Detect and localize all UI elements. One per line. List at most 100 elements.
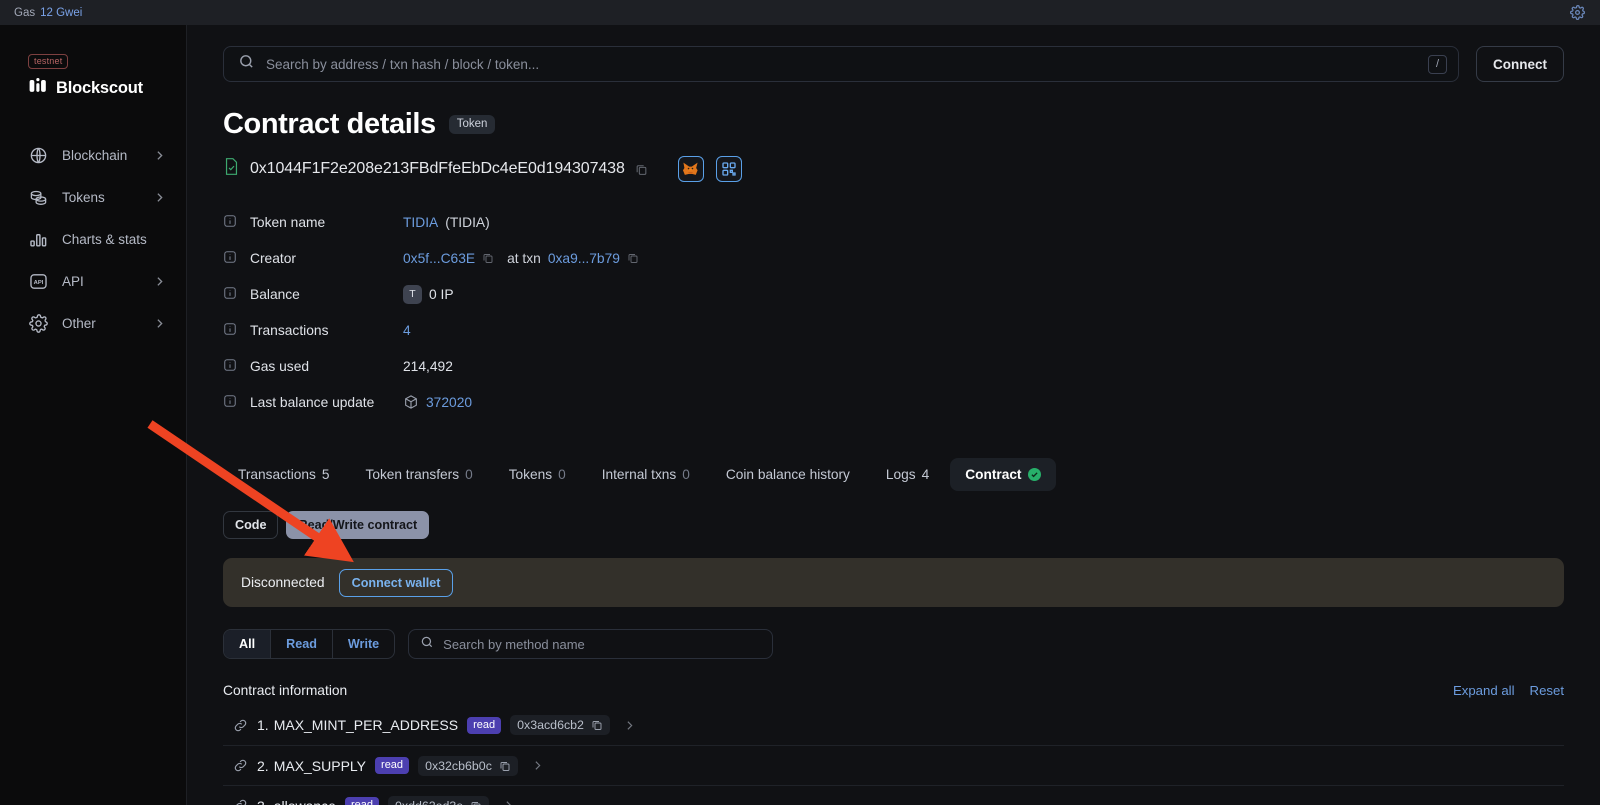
copy-icon[interactable] — [470, 800, 482, 805]
tab-tokens[interactable]: Tokens 0 — [494, 458, 581, 491]
brand-link[interactable]: Blockscout — [28, 76, 186, 100]
sidebar-item-label: Charts & stats — [62, 231, 147, 247]
detail-value: 372020 — [403, 394, 472, 410]
search-input[interactable] — [266, 56, 1417, 72]
reset-link[interactable]: Reset — [1530, 683, 1564, 698]
method-search[interactable] — [408, 629, 774, 659]
tab-count: 0 — [682, 467, 690, 482]
sidebar-item-label: Blockchain — [62, 147, 128, 163]
sidebar-item-label: API — [62, 273, 84, 289]
gas-used-value: 214,492 — [403, 358, 453, 374]
copy-icon[interactable] — [635, 163, 648, 176]
connect-wallet-button[interactable]: Connect wallet — [338, 568, 454, 597]
tab-transactions[interactable]: Transactions 5 — [223, 458, 344, 491]
filter-all[interactable]: All — [224, 630, 272, 658]
info-icon[interactable] — [223, 214, 237, 231]
tab-coin-balance-history[interactable]: Coin balance history — [711, 458, 865, 491]
contract-information-actions: Expand all Reset — [1453, 683, 1564, 698]
tab-logs[interactable]: Logs 4 — [871, 458, 944, 491]
contract-address[interactable]: 0x1044F1F2e208e213FBdFfeEbDc4eE0d1943074… — [250, 160, 625, 178]
detail-row-transactions: Transactions 4 — [223, 312, 1564, 348]
method-list: 1. MAX_MINT_PER_ADDRESS read 0x3acd6cb2 — [223, 705, 1564, 805]
bar-chart-icon — [28, 229, 49, 250]
detail-row-token-name: Token name TIDIA (TIDIA) — [223, 204, 1564, 240]
tab-count: 0 — [465, 467, 473, 482]
info-icon[interactable] — [223, 286, 237, 303]
info-icon[interactable] — [223, 358, 237, 375]
link-icon[interactable] — [233, 758, 248, 773]
main-content: / Connect Contract details Token 0x1044F… — [187, 25, 1600, 805]
sidebar-item-blockchain[interactable]: Blockchain — [0, 134, 186, 176]
network-badge: testnet — [28, 54, 69, 69]
expand-all-link[interactable]: Expand all — [1453, 683, 1515, 698]
detail-label: Balance — [223, 286, 403, 303]
method-access-badge: read — [344, 797, 379, 805]
detail-value: T 0 IP — [403, 284, 454, 304]
contract-information-header: Contract information Expand all Reset — [223, 683, 1564, 698]
sidebar-item-tokens[interactable]: Tokens — [0, 176, 186, 218]
method-type-segmented-control: All Read Write — [223, 629, 396, 659]
chevron-right-icon[interactable] — [527, 759, 544, 772]
connect-button[interactable]: Connect — [1476, 46, 1564, 82]
method-row[interactable]: 3. allowance read 0xdd62ed3e — [223, 785, 1564, 805]
link-icon[interactable] — [233, 718, 248, 733]
sidebar-item-other[interactable]: Other — [0, 302, 186, 344]
globe-icon — [28, 145, 49, 166]
sidebar-item-charts-and-stats[interactable]: Charts & stats — [0, 218, 186, 260]
chevron-right-icon[interactable] — [498, 799, 515, 805]
detail-label-text: Transactions — [250, 322, 329, 338]
top-bar: Gas 12 Gwei — [0, 0, 1600, 25]
token-avatar: T — [403, 284, 422, 304]
metamask-fox-icon[interactable] — [677, 156, 704, 182]
copy-icon[interactable] — [591, 719, 603, 731]
sidebar: testnet Blockscout Blockchain Tokens Cha… — [0, 25, 187, 805]
creator-address-link[interactable]: 0x5f...C63E — [403, 251, 475, 266]
contract-information-title: Contract information — [223, 683, 348, 698]
token-symbol: (TIDIA) — [445, 214, 490, 230]
subtab-read-write-contract[interactable]: Read/Write contract — [286, 511, 430, 539]
info-icon[interactable] — [223, 250, 237, 267]
sidebar-item-label: Other — [62, 315, 96, 331]
transactions-count-link[interactable]: 4 — [403, 323, 411, 338]
copy-icon[interactable] — [499, 760, 511, 772]
sidebar-item-api[interactable]: API API — [0, 260, 186, 302]
verified-check-icon — [1027, 468, 1041, 481]
detail-value: TIDIA (TIDIA) — [403, 215, 490, 230]
subtab-code[interactable]: Code — [223, 511, 279, 539]
tab-count: 4 — [921, 467, 930, 482]
gear-icon[interactable] — [1568, 4, 1586, 22]
brand-block: testnet Blockscout — [0, 51, 186, 100]
filter-write[interactable]: Write — [333, 630, 394, 658]
detail-row-last-balance-update: Last balance update 372020 — [223, 384, 1564, 420]
filter-read[interactable]: Read — [271, 630, 333, 658]
detail-label-text: Creator — [250, 250, 297, 266]
at-txn-label: at txn — [507, 250, 541, 266]
block-number-link[interactable]: 372020 — [426, 395, 472, 410]
info-icon[interactable] — [223, 394, 237, 411]
method-row[interactable]: 2. MAX_SUPPLY read 0x32cb6b0c — [223, 745, 1564, 785]
method-search-input[interactable] — [443, 636, 762, 652]
gas-label: Gas — [14, 6, 36, 19]
global-search[interactable]: / — [223, 46, 1459, 82]
creation-txn-link[interactable]: 0xa9...7b79 — [548, 251, 620, 266]
copy-icon[interactable] — [627, 252, 639, 264]
method-index: 3. — [257, 798, 269, 805]
tab-token-transfers[interactable]: Token transfers 0 — [350, 458, 487, 491]
entity-tabs: Transactions 5 Token transfers 0 Tokens … — [223, 458, 1564, 491]
chevron-right-icon[interactable] — [619, 719, 636, 732]
method-signature: 0x3acd6cb2 — [517, 718, 584, 732]
qr-code-icon[interactable] — [715, 156, 742, 182]
method-index: 2. — [257, 757, 269, 774]
method-access-badge: read — [375, 757, 410, 774]
tab-contract[interactable]: Contract — [950, 458, 1056, 491]
copy-icon[interactable] — [482, 252, 494, 264]
info-icon[interactable] — [223, 322, 237, 339]
page-title: Contract details — [223, 108, 436, 140]
gas-value: 12 Gwei — [40, 6, 83, 19]
cube-icon — [403, 394, 419, 410]
link-icon[interactable] — [233, 798, 248, 805]
token-name-link[interactable]: TIDIA — [403, 215, 438, 230]
method-name: MAX_SUPPLY — [273, 757, 367, 774]
tab-internal-txns[interactable]: Internal txns 0 — [587, 458, 705, 491]
method-row[interactable]: 1. MAX_MINT_PER_ADDRESS read 0x3acd6cb2 — [223, 705, 1564, 745]
